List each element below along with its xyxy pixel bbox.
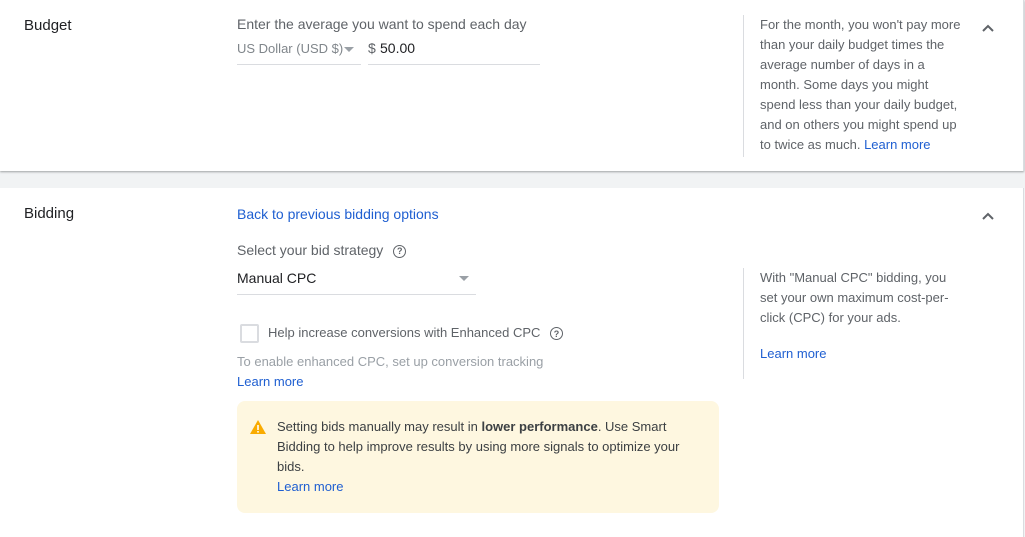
manual-bidding-warning: Setting bids manually may result in lowe… (237, 401, 719, 513)
bidding-title: Bidding (24, 205, 75, 222)
budget-learn-more-link[interactable]: Learn more (864, 137, 930, 152)
enhanced-cpc-row: Help increase conversions with Enhanced … (268, 325, 564, 341)
currency-select-value: US Dollar (USD $) (237, 41, 344, 56)
help-icon[interactable]: ? (393, 244, 407, 258)
chevron-up-icon (982, 24, 994, 32)
warning-text: Setting bids manually may result in lowe… (277, 417, 697, 497)
warning-icon (250, 420, 266, 434)
budget-collapse-button[interactable] (978, 18, 998, 38)
bid-strategy-label-row: Select your bid strategy ? (237, 242, 407, 258)
enhanced-cpc-learn-more-link[interactable]: Learn more (237, 374, 303, 389)
budget-amount-input[interactable]: $ 50.00 (368, 38, 540, 65)
budget-title: Budget (24, 17, 72, 34)
bid-strategy-label: Select your bid strategy (237, 242, 384, 258)
warning-text-bold: lower performance (481, 419, 598, 434)
budget-field-label: Enter the average you want to spend each… (237, 16, 527, 32)
help-icon[interactable]: ? (550, 327, 564, 341)
enhanced-cpc-checkbox[interactable] (240, 324, 259, 343)
budget-section: Budget Enter the average you want to spe… (0, 0, 1024, 171)
back-to-bidding-options-link[interactable]: Back to previous bidding options (237, 206, 439, 222)
budget-help-text: For the month, you won't pay more than y… (760, 17, 961, 152)
budget-help-panel: For the month, you won't pay more than y… (743, 15, 965, 157)
bidding-help-text: With "Manual CPC" bidding, you set your … (760, 270, 949, 325)
budget-amount-value: 50.00 (380, 40, 416, 56)
dropdown-arrow-icon (459, 276, 469, 281)
currency-symbol: $ (368, 40, 376, 56)
bidding-help-panel: With "Manual CPC" bidding, you set your … (743, 268, 965, 379)
enhanced-cpc-note: To enable enhanced CPC, set up conversio… (237, 354, 544, 369)
bid-strategy-value: Manual CPC (237, 270, 317, 286)
currency-select[interactable]: US Dollar (USD $) (237, 38, 361, 65)
bid-strategy-select[interactable]: Manual CPC (237, 268, 476, 295)
warning-learn-more-link[interactable]: Learn more (277, 479, 343, 494)
dropdown-arrow-icon (344, 47, 354, 52)
bidding-collapse-button[interactable] (978, 206, 998, 226)
chevron-up-icon (982, 212, 994, 220)
enhanced-cpc-label: Help increase conversions with Enhanced … (268, 325, 541, 340)
warning-text-before: Setting bids manually may result in (277, 419, 482, 434)
bidding-learn-more-link[interactable]: Learn more (760, 344, 826, 364)
